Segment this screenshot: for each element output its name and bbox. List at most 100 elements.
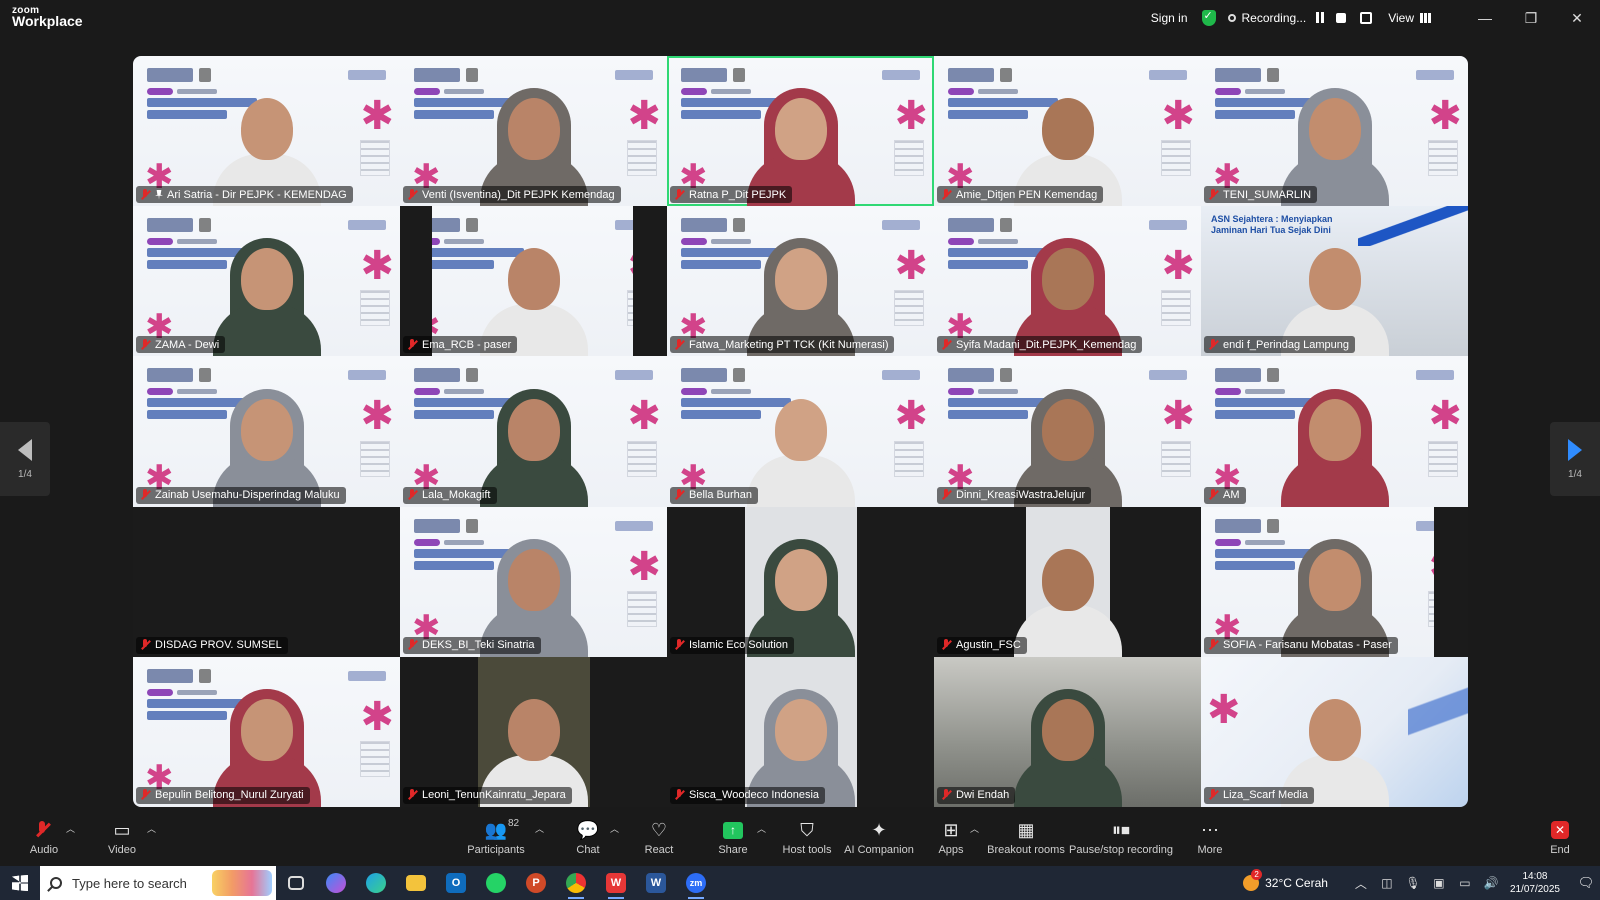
gallery-grid-icon[interactable] [1360, 12, 1373, 24]
participant-tile[interactable]: ASN Sejahtera : Menyiapkan Jaminan Hari … [1201, 206, 1468, 357]
bank-logo-image [882, 370, 920, 381]
page-indicator-right: 1/4 [1568, 468, 1582, 480]
microphone-muted-icon [674, 188, 684, 201]
partner-logo-image [466, 218, 478, 233]
react-button[interactable]: ♡ React [642, 818, 676, 862]
partner-logos-image [360, 740, 390, 777]
audio-options-caret-icon[interactable]: ︿ [66, 822, 76, 835]
task-view-button[interactable] [276, 866, 316, 900]
participant-tile[interactable]: ✱✱SOFIA - Farisanu Mobatas - Paser [1201, 506, 1468, 657]
more-button[interactable]: ⋯ More [1196, 818, 1224, 862]
microphone-tray-icon[interactable]: 🎙 [1400, 876, 1426, 890]
participant-tile[interactable]: ✱ ✱ TENI_SUMARLIN [1201, 56, 1468, 207]
sign-in-link[interactable]: Sign in [1151, 11, 1188, 25]
participant-tile[interactable]: ✱ ✱ Amie_Ditjen PEN Kemendag [934, 56, 1201, 207]
face-shape [1041, 548, 1094, 611]
word-app[interactable]: W [636, 866, 676, 900]
participant-name-label: TENI_SUMARLIN [1204, 186, 1318, 204]
participant-tile[interactable]: Agustin_FSC [934, 506, 1201, 657]
participant-tile[interactable]: ✱ ✱ Ratna P_Dit PEJPK [667, 56, 934, 207]
volume-icon[interactable]: 🔊 [1478, 876, 1504, 890]
page-indicator-left: 1/4 [18, 468, 32, 480]
view-grid-icon[interactable] [1420, 13, 1432, 23]
face-shape [507, 248, 560, 311]
participant-name: Islamic Eco Solution [689, 639, 789, 652]
participant-tile[interactable]: Leoni_TenunKainratu_Jepara [400, 656, 667, 807]
outlook-app[interactable]: O [436, 866, 476, 900]
ministry-logo-image [414, 518, 460, 533]
start-button[interactable] [0, 866, 40, 900]
participant-tile[interactable]: ✱ ✱ Dinni_KreasiWastraJelujur [934, 356, 1201, 507]
end-meeting-button[interactable]: ✕ End [1546, 818, 1574, 862]
minimize-button[interactable]: — [1462, 0, 1508, 36]
whatsapp-app[interactable] [476, 866, 516, 900]
edge-app[interactable] [356, 866, 396, 900]
video-button[interactable]: ▭ Video [104, 818, 140, 862]
participant-name: Liza_Scarf Media [1223, 789, 1308, 802]
stop-recording-icon[interactable] [1336, 13, 1347, 23]
participant-tile[interactable]: ✱ ✱ Ari Satria - Dir PEJPK - KEMENDAG [133, 56, 400, 207]
share-button[interactable]: ↑ Share [716, 818, 750, 862]
participant-tile[interactable]: ✱ ✱ AM [1201, 356, 1468, 507]
participant-tile[interactable]: ✱ Liza_Scarf Media [1201, 656, 1468, 807]
face-shape [240, 398, 293, 461]
pause-recording-icon[interactable] [1316, 12, 1328, 24]
previous-page-button[interactable]: 1/4 [0, 422, 50, 496]
taskbar-search[interactable]: Type here to search [40, 866, 276, 900]
weather-icon[interactable] [1243, 869, 1263, 891]
host-tools-button[interactable]: ⛉ Host tools [782, 818, 832, 862]
participants-count: 82 [508, 818, 520, 829]
ai-companion-button[interactable]: ✦ AI Companion [844, 818, 914, 862]
powerpoint-app[interactable]: P [516, 866, 556, 900]
participant-tile[interactable]: Sisca_Woodeco Indonesia [667, 656, 934, 807]
participant-tile[interactable]: ✱ ✱ Syifa Madani_Dit.PEJPK_Kemendag [934, 206, 1201, 357]
partner-logo-image [199, 68, 211, 82]
chrome-app[interactable] [556, 866, 596, 900]
banner-tag-image [147, 88, 173, 95]
chevron-up-icon[interactable]: ︿ [1348, 875, 1374, 892]
share-options-caret-icon[interactable]: ︿ [757, 822, 767, 835]
zoom-app[interactable]: zm [676, 866, 716, 900]
asterisk-decoration-icon: ✱ [1161, 394, 1195, 439]
copilot-app[interactable] [316, 866, 356, 900]
pause-stop-recording-button[interactable]: ⏸⏹ Pause/stop recording [1069, 818, 1173, 862]
participant-tile[interactable]: ✱ ✱ DEKS_BI_Teki Sinatria [400, 506, 667, 657]
encryption-shield-icon[interactable] [1201, 9, 1216, 26]
camera-tray-icon[interactable]: ◫ [1374, 876, 1400, 890]
participant-tile[interactable]: ✱ ✱ ZAMA - Dewi [133, 206, 400, 357]
participant-tile[interactable]: Islamic Eco Solution [667, 506, 934, 657]
next-page-button[interactable]: 1/4 [1550, 422, 1600, 496]
asterisk-decoration-icon: ✱ [1207, 687, 1241, 732]
view-button[interactable]: View [1388, 11, 1414, 25]
close-button[interactable]: ✕ [1554, 0, 1600, 36]
wps-app[interactable]: W [596, 866, 636, 900]
participant-tile[interactable]: ✱ ✱ Venti (Isventina)_Dit PEJPK Kemendag [400, 56, 667, 207]
chat-options-caret-icon[interactable]: ︿ [610, 822, 620, 835]
apps-button[interactable]: ⊞ Apps [938, 818, 964, 862]
participant-tile[interactable]: ✱ ✱ Bella Burhan [667, 356, 934, 507]
notifications-icon[interactable]: 🗨 [1572, 875, 1600, 891]
participants-options-caret-icon[interactable]: ︿ [535, 822, 545, 835]
video-options-caret-icon[interactable]: ︿ [147, 822, 157, 835]
banner-tag-image [948, 388, 974, 396]
apps-options-caret-icon[interactable]: ︿ [970, 822, 980, 835]
audio-button[interactable]: Audio [28, 818, 60, 862]
file-explorer-app[interactable] [396, 866, 436, 900]
participant-name: Agustin_FSC [956, 639, 1021, 652]
restore-button[interactable]: ❐ [1508, 0, 1554, 36]
display-tray-icon[interactable]: ▣ [1426, 876, 1452, 890]
banner-tag-image [147, 388, 173, 396]
participant-tile[interactable]: ✱ ✱ Zainab Usemahu-Disperindag Maluku [133, 356, 400, 507]
network-icon[interactable]: ▭ [1452, 876, 1478, 890]
participant-tile[interactable]: ✱✱Ema_RCB - paser [400, 206, 667, 357]
weather-label[interactable]: 32°C Cerah [1265, 876, 1328, 890]
clock[interactable]: 14:08 21/07/2025 [1510, 870, 1560, 896]
participant-tile[interactable]: ✱ ✱ Lala_Mokagift [400, 356, 667, 507]
chat-button[interactable]: 💬 Chat [572, 818, 604, 862]
ministry-logo-image [147, 68, 193, 82]
participant-tile[interactable]: ✱ ✱ Fatwa_Marketing PT TCK (Kit Numerasi) [667, 206, 934, 357]
breakout-rooms-button[interactable]: ▦ Breakout rooms [987, 818, 1065, 862]
participant-tile[interactable]: DISDAG PROV. SUMSEL [133, 506, 400, 657]
participant-tile[interactable]: ✱ ✱ Bepulin Belitong_Nurul Zuryati [133, 656, 400, 807]
participant-tile[interactable]: Dwi Endah [934, 656, 1201, 807]
